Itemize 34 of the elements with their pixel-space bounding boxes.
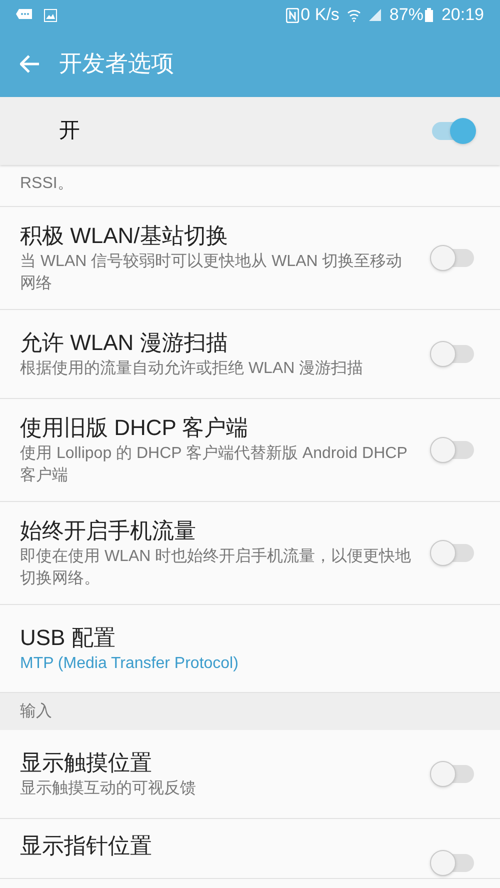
- toggle-switch[interactable]: [430, 117, 476, 145]
- screen-title: 开发者选项: [59, 49, 174, 78]
- battery-level: 87%: [389, 4, 424, 26]
- battery-icon: [425, 8, 434, 22]
- setting-title: 允许 WLAN 漫游扫描: [20, 329, 229, 357]
- clock: 20:19: [441, 4, 484, 26]
- setting-title: 积极 WLAN/基站切换: [20, 222, 229, 250]
- setting-title: 显示触摸位置: [20, 749, 153, 777]
- signal-icon: [369, 9, 382, 21]
- setting-summary: 即使在使用 WLAN 时也始终开启手机流量，以便更快地切换网络。: [20, 546, 412, 589]
- back-arrow-icon[interactable]: [20, 54, 40, 72]
- setting-summary: RSSI。: [20, 176, 74, 192]
- wifi-icon: [347, 8, 362, 22]
- nfc-icon: [286, 8, 299, 22]
- network-speed: 0 K/s: [300, 4, 340, 26]
- toggle-switch[interactable]: [430, 340, 476, 368]
- message-icon: [16, 9, 32, 21]
- setting-summary: 使用 Lollipop 的 DHCP 客户端代替新版 Android DHCP 客户端: [20, 444, 408, 486]
- setting-summary: 根据使用的流量自动允许或拒绝 WLAN 漫游扫描: [20, 358, 364, 379]
- toggle-switch[interactable]: [430, 849, 476, 877]
- setting-value: MTP (Media Transfer Protocol): [20, 654, 240, 674]
- setting-title: USB 配置: [20, 624, 116, 652]
- toggle-switch[interactable]: [430, 244, 476, 272]
- setting-title: 使用旧版 DHCP 客户端: [20, 414, 250, 442]
- setting-title: 始终开启手机流量: [20, 517, 197, 545]
- master-switch-label: 开: [59, 118, 81, 144]
- setting-summary: 显示触摸互动的可视反馈: [20, 778, 197, 799]
- toggle-switch[interactable]: [430, 760, 476, 788]
- toggle-switch[interactable]: [430, 539, 476, 567]
- toggle-switch[interactable]: [430, 436, 476, 464]
- image-icon: [44, 8, 57, 22]
- setting-title: 显示指针位置: [20, 832, 153, 860]
- section-header: 输入: [0, 693, 500, 730]
- setting-summary: 当 WLAN 信号较弱时可以更快地从 WLAN 切换至移动网络: [20, 252, 404, 294]
